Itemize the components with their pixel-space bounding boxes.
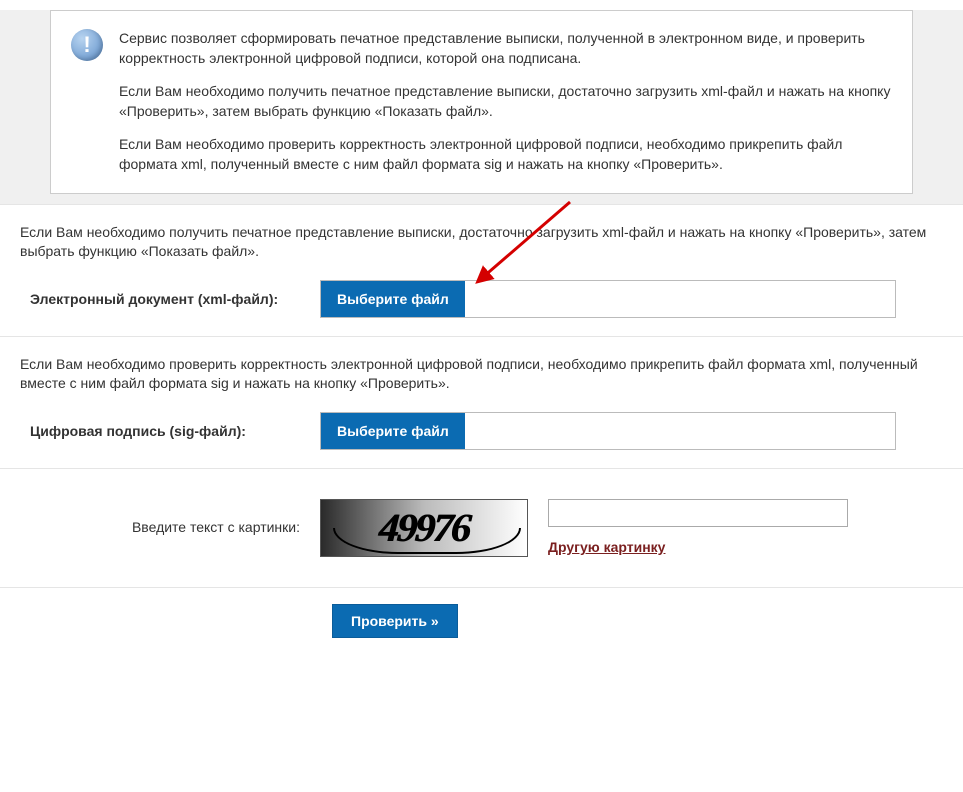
captcha-refresh-link[interactable]: Другую картинку — [548, 539, 665, 555]
xml-form-row: Электронный документ (xml-файл): Выберит… — [30, 280, 943, 318]
info-paragraph-2: Если Вам необходимо получить печатное пр… — [119, 82, 892, 121]
sig-label: Цифровая подпись (sig-файл): — [30, 423, 320, 439]
info-text: Сервис позволяет сформировать печатное п… — [119, 29, 892, 175]
xml-file-combo: Выберите файл — [320, 280, 896, 318]
captcha-input[interactable] — [548, 499, 848, 527]
info-paragraph-1: Сервис позволяет сформировать печатное п… — [119, 29, 892, 68]
captcha-code: 49976 — [377, 504, 470, 551]
captcha-section: Введите текст с картинки: 49976 Другую к… — [0, 468, 963, 587]
sig-file-field[interactable] — [465, 413, 895, 449]
xml-label: Электронный документ (xml-файл): — [30, 291, 320, 307]
info-icon: ! — [71, 29, 103, 61]
sig-file-combo: Выберите файл — [320, 412, 896, 450]
sig-upload-section: Если Вам необходимо проверить корректнос… — [0, 336, 963, 468]
captcha-inner: 49976 Другую картинку — [320, 499, 848, 557]
submit-button[interactable]: Проверить » — [332, 604, 458, 638]
xml-section-desc: Если Вам необходимо получить печатное пр… — [20, 223, 943, 262]
page-container: ! Сервис позволяет сформировать печатное… — [0, 10, 963, 662]
sig-choose-file-button[interactable]: Выберите файл — [321, 413, 465, 449]
info-paragraph-3: Если Вам необходимо проверить корректнос… — [119, 135, 892, 174]
submit-section: Проверить » — [0, 587, 963, 662]
captcha-right-col: Другую картинку — [548, 499, 848, 555]
captcha-row: Введите текст с картинки: 49976 Другую к… — [30, 499, 943, 557]
captcha-label: Введите текст с картинки: — [30, 499, 320, 535]
sig-section-desc: Если Вам необходимо проверить корректнос… — [20, 355, 943, 394]
info-panel: ! Сервис позволяет сформировать печатное… — [50, 10, 913, 194]
xml-file-field[interactable] — [465, 281, 895, 317]
captcha-image: 49976 — [320, 499, 528, 557]
xml-upload-section: Если Вам необходимо получить печатное пр… — [0, 204, 963, 336]
sig-form-row: Цифровая подпись (sig-файл): Выберите фа… — [30, 412, 943, 450]
xml-choose-file-button[interactable]: Выберите файл — [321, 281, 465, 317]
